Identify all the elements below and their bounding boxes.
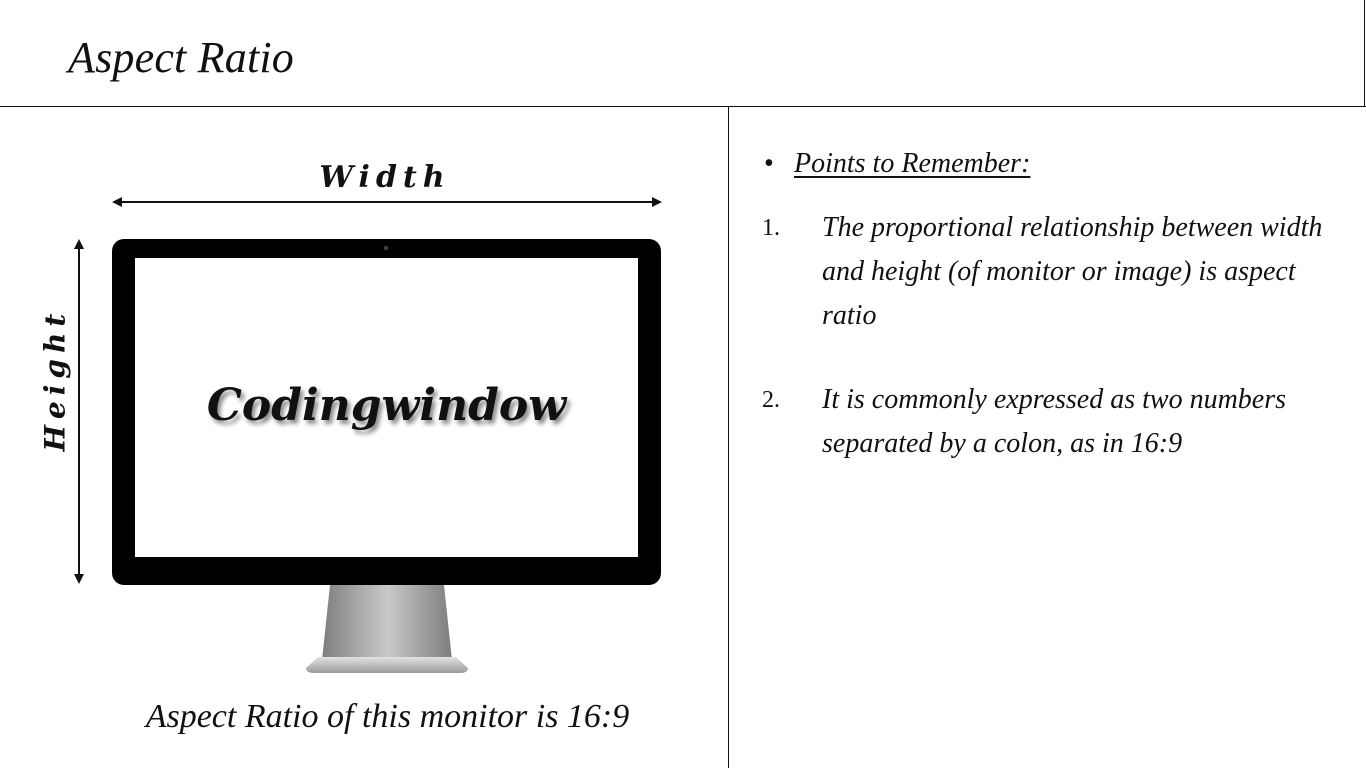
point-text: It is commonly expressed as two numbers …: [822, 384, 1287, 459]
diagram-caption: Aspect Ratio of this monitor is 16:9: [145, 698, 630, 735]
point-item: 1. The proportional relationship between…: [760, 206, 1345, 338]
double-arrow-horizontal-icon: [112, 197, 662, 207]
screen-brand-text: Codingwindow: [206, 380, 567, 431]
point-number: 2.: [762, 387, 780, 413]
point-text: The proportional relationship between wi…: [822, 212, 1323, 331]
height-label: Height: [38, 307, 72, 452]
monitor-icon: [112, 239, 661, 673]
point-number: 1.: [762, 215, 780, 241]
points-heading-row: • Points to Remember:: [760, 142, 1345, 190]
point-item: 2. It is commonly expressed as two numbe…: [760, 378, 1345, 466]
header-right-border: [1364, 0, 1365, 107]
double-arrow-vertical-icon: [74, 239, 84, 584]
slide: Aspect Ratio Width Height Codingwindow A…: [0, 0, 1366, 768]
width-label: Width: [319, 160, 451, 195]
points-heading: Points to Remember:: [794, 148, 1031, 179]
bullet-icon: •: [764, 148, 774, 179]
column-divider: [728, 106, 729, 768]
points-panel: • Points to Remember: 1. The proportiona…: [760, 142, 1345, 466]
